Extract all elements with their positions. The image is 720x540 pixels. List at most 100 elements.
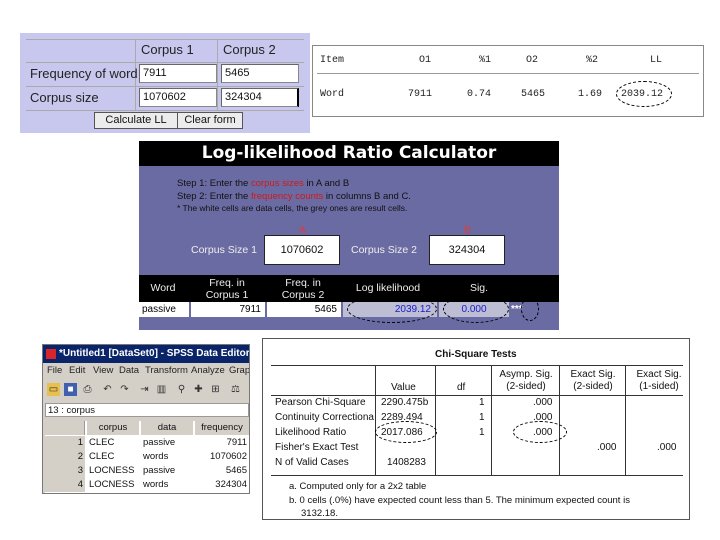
find-icon[interactable]: ⚲	[175, 383, 188, 396]
row-df: 1	[479, 427, 485, 438]
header-word: Word	[150, 282, 176, 294]
cell-corpus[interactable]: CLEC	[89, 436, 139, 450]
note-text: * The white cells are data cells, the gr…	[177, 203, 408, 213]
corpus2-frequency-input[interactable]: 5465	[221, 64, 299, 83]
ll-web-form: Corpus 1 Corpus 2 Frequency of word 7911…	[20, 33, 310, 133]
menu-file[interactable]: File	[47, 365, 62, 376]
header-asymp-sig: Asymp. Sig. (2-sided)	[499, 369, 553, 392]
corpus1-frequency-input[interactable]: 7911	[139, 64, 217, 83]
ll-value-highlight-oval	[375, 421, 437, 443]
menu-graphs[interactable]: Graph	[229, 365, 249, 376]
insert-icon[interactable]: ✚	[192, 383, 205, 396]
row-df: 1	[479, 412, 485, 423]
corpus-size-2-cell[interactable]: 324304	[429, 235, 505, 265]
sig-highlight-oval	[443, 295, 509, 323]
cell-frequency[interactable]: 7911	[195, 436, 247, 450]
row-label: Fisher's Exact Test	[275, 442, 359, 453]
cell-data[interactable]: passive	[143, 464, 193, 478]
goto-icon[interactable]: ⇥	[138, 383, 151, 396]
header-df: df	[457, 382, 466, 393]
row-o1: 7911	[408, 89, 433, 100]
cell-frequency[interactable]: 5465	[195, 464, 247, 478]
corpus2-size-input[interactable]: 324304	[221, 88, 299, 107]
weight-icon[interactable]: ⚖	[229, 383, 242, 396]
header-freq1: Freq. in Corpus 1	[205, 277, 249, 301]
grid-line	[26, 62, 304, 63]
ll-highlight-oval	[347, 295, 437, 323]
word-cell[interactable]: passive	[139, 302, 189, 317]
row-o2: 5465	[521, 89, 546, 100]
rule	[271, 395, 683, 396]
header-pct2: %2	[586, 55, 599, 66]
step1-text: Step 1: Enter the corpus sizes in A and …	[177, 178, 350, 189]
freq2-cell[interactable]: 5465	[267, 302, 341, 317]
rule	[271, 365, 683, 366]
rule	[271, 475, 683, 476]
cell-data[interactable]: words	[143, 478, 193, 492]
divider	[317, 73, 699, 74]
row-number[interactable]: 3	[45, 464, 85, 478]
clear-form-button[interactable]: Clear form	[177, 112, 243, 129]
sig-highlight-oval	[513, 421, 567, 443]
redo-icon[interactable]: ↷	[118, 383, 131, 396]
save-icon[interactable]: ■	[64, 383, 77, 396]
column-header-corpus[interactable]: corpus	[87, 421, 139, 435]
column-header-data[interactable]: data	[141, 421, 193, 435]
undo-icon[interactable]: ↶	[101, 383, 114, 396]
header-value: Value	[391, 382, 416, 393]
split-icon[interactable]: ⊞	[209, 383, 222, 396]
cell-corpus[interactable]: LOCNESS	[89, 478, 139, 492]
header-exact-sig-1: Exact Sig. (1-sided)	[636, 369, 682, 392]
row-label: N of Valid Cases	[275, 457, 349, 468]
ll-calculator-sheet: Log-likelihood Ratio Calculator Step 1: …	[139, 141, 559, 330]
row-label: Likelihood Ratio	[275, 427, 347, 438]
cell-reference-bar[interactable]: 13 : corpus	[45, 403, 249, 417]
row-number[interactable]: 1	[45, 436, 85, 450]
corpus-size-1-label: Corpus Size 1	[191, 244, 257, 256]
footnote-a: a. Computed only for a 2x2 table	[289, 481, 427, 492]
cell-corpus[interactable]: CLEC	[89, 450, 139, 464]
row-label: Pearson Chi-Square	[275, 397, 366, 408]
corpus1-header: Corpus 1	[141, 42, 194, 57]
menu-data[interactable]: Data	[119, 365, 139, 376]
corpus-size-1-cell[interactable]: 1070602	[264, 235, 340, 265]
rule	[491, 365, 492, 475]
cell-data[interactable]: words	[143, 450, 193, 464]
chi-square-tests-table: Chi-Square Tests Value df Asymp. Sig. (2…	[262, 338, 690, 520]
row-item: Word	[320, 89, 345, 100]
spss-app-icon	[46, 349, 56, 359]
rule	[375, 365, 376, 475]
cell-frequency[interactable]: 324304	[195, 478, 247, 492]
freq1-cell[interactable]: 7911	[191, 302, 265, 317]
open-icon[interactable]: ▭	[47, 383, 60, 396]
header-exact-sig-2: Exact Sig. (2-sided)	[570, 369, 616, 392]
row-number[interactable]: 2	[45, 450, 85, 464]
header-freq2: Freq. in Corpus 2	[281, 277, 325, 301]
column-header-frequency[interactable]: frequency	[195, 421, 249, 435]
menu-transform[interactable]: Transform	[145, 365, 188, 376]
cell-frequency[interactable]: 1070602	[195, 450, 247, 464]
spss-title-bar: *Untitled1 [DataSet0] - SPSS Data Editor	[43, 345, 249, 363]
header-o2: O2	[526, 55, 539, 66]
grid-line	[26, 110, 304, 111]
calculate-ll-button[interactable]: Calculate LL	[94, 112, 178, 129]
header-log-likelihood: Log likelihood	[355, 282, 421, 294]
menu-analyze[interactable]: Analyze	[191, 365, 225, 376]
row-exact1: .000	[657, 442, 677, 453]
cell-data[interactable]: passive	[143, 436, 193, 450]
header-pct1: %1	[479, 55, 492, 66]
menu-view[interactable]: View	[93, 365, 113, 376]
row-number[interactable]: 4	[45, 478, 85, 492]
step2-text: Step 2: Enter the frequency counts in co…	[177, 191, 411, 202]
grid-line	[217, 39, 218, 110]
header-o1: O1	[419, 55, 432, 66]
chart-icon[interactable]: ▥	[155, 383, 168, 396]
menu-edit[interactable]: Edit	[69, 365, 85, 376]
cell-corpus[interactable]: LOCNESS	[89, 464, 139, 478]
rule	[559, 365, 560, 475]
corpus1-size-input[interactable]: 1070602	[139, 88, 217, 107]
frequency-label: Frequency of word	[30, 66, 138, 81]
row-df: 1	[479, 397, 485, 408]
chi-square-title: Chi-Square Tests	[435, 349, 517, 360]
print-icon[interactable]: ⎙	[81, 383, 94, 396]
